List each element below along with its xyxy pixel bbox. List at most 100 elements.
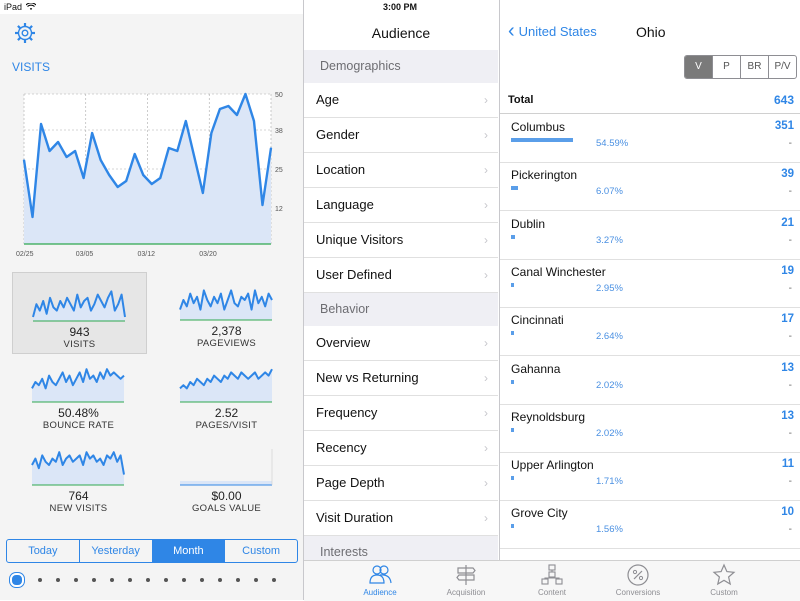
page-dot[interactable]	[92, 578, 96, 582]
range-tab-yesterday[interactable]: Yesterday	[80, 540, 153, 562]
page-dot[interactable]	[236, 578, 240, 582]
data-point	[133, 153, 136, 155]
share-bar	[511, 282, 515, 287]
metric-tab-p[interactable]: P	[713, 56, 741, 78]
metric-label: NEW VISITS	[49, 503, 108, 514]
page-dot[interactable]	[56, 578, 60, 582]
tab-acquisition[interactable]: Acquisition	[426, 563, 506, 597]
menu-item-overview[interactable]: Overview ›	[304, 326, 498, 361]
city-row[interactable]: Dublin 21 3.27% -	[500, 211, 800, 260]
data-point	[202, 192, 204, 194]
page-dot[interactable]	[110, 578, 114, 582]
share-bar	[511, 524, 514, 529]
city-row[interactable]: Gahanna 13 2.02% -	[500, 356, 800, 405]
metric-tile-goals-value[interactable]: $0.00 GOALS VALUE	[160, 437, 293, 517]
data-point	[176, 150, 179, 152]
city-name: Cincinnati	[511, 313, 564, 328]
page-dot[interactable]	[128, 578, 132, 582]
range-tab-month[interactable]: Month	[152, 540, 226, 562]
metric-label: PAGES/VISIT	[195, 420, 258, 431]
page-dot[interactable]	[164, 578, 168, 582]
data-point	[40, 123, 42, 125]
chart-title: VISITS	[12, 60, 51, 74]
page-dot[interactable]	[74, 578, 78, 582]
metric-tile-pageviews[interactable]: 2,378 PAGEVIEWS	[160, 272, 293, 352]
page-indicator[interactable]	[10, 573, 300, 587]
menu-item-recency[interactable]: Recency ›	[304, 431, 498, 466]
page-dot[interactable]	[218, 578, 222, 582]
city-delta: -	[788, 524, 792, 536]
metric-tile-bounce-rate[interactable]: 50.48% BOUNCE RATE	[12, 354, 145, 434]
y-tick-label: 50	[275, 92, 283, 99]
page-dot[interactable]	[272, 578, 276, 582]
chevron-right-icon: ›	[484, 371, 488, 385]
tab-audience[interactable]: Audience	[340, 563, 420, 597]
tab-conversions[interactable]: Conversions	[598, 563, 678, 597]
city-name: Gahanna	[511, 361, 561, 376]
menu-item-language[interactable]: Language ›	[304, 188, 498, 223]
city-name: Pickerington	[511, 168, 578, 183]
menu-item-location[interactable]: Location ›	[304, 153, 498, 188]
menu-item-label: Overview	[316, 335, 371, 350]
tab-label: Audience	[363, 588, 397, 597]
back-label: United States	[518, 23, 597, 39]
menu-item-frequency[interactable]: Frequency ›	[304, 396, 498, 431]
page-dot-current[interactable]	[10, 573, 24, 587]
page-dot[interactable]	[146, 578, 150, 582]
city-row[interactable]: Columbus 351 54.59% -	[500, 114, 800, 163]
city-row[interactable]: Upper Arlington 11 1.71% -	[500, 452, 800, 502]
star-icon	[712, 563, 736, 586]
metric-label: BOUNCE RATE	[42, 420, 115, 431]
menu-item-user-defined[interactable]: User Defined ›	[304, 258, 498, 293]
sparkline	[179, 289, 273, 321]
city-row[interactable]: Grove City 10 1.56% -	[500, 500, 800, 550]
page-dot[interactable]	[200, 578, 204, 582]
range-tab-today[interactable]: Today	[7, 540, 80, 562]
data-point	[125, 180, 128, 182]
page-dot[interactable]	[254, 578, 258, 582]
tab-content[interactable]: Content	[512, 563, 592, 597]
gear-icon[interactable]	[14, 22, 36, 44]
menu-item-new-vs-returning[interactable]: New vs Returning ›	[304, 361, 498, 396]
chevron-right-icon: ›	[484, 336, 488, 350]
chevron-right-icon: ›	[484, 511, 488, 525]
data-point	[185, 120, 187, 122]
city-delta: -	[788, 379, 792, 391]
menu-item-gender[interactable]: Gender ›	[304, 118, 498, 153]
menu-item-page-depth[interactable]: Page Depth ›	[304, 466, 498, 501]
sparkline	[180, 449, 273, 486]
metric-tab-v[interactable]: V	[685, 56, 713, 78]
page-dot[interactable]	[38, 578, 42, 582]
metric-selector: V P BR P/V	[684, 55, 797, 79]
chevron-right-icon: ›	[484, 93, 488, 107]
region-detail: ‹ United States Ohio V P BR P/V Total 643 C…	[500, 14, 800, 600]
menu-item-visit-duration[interactable]: Visit Duration ›	[304, 501, 498, 536]
visits-chart[interactable]: 50 38 25 12 02/25 03/05 03/12 03/20	[0, 82, 303, 264]
data-point	[23, 159, 25, 161]
metric-tile-pages-visit[interactable]: 2.52 PAGES/VISIT	[160, 354, 293, 434]
tab-custom[interactable]: Custom	[684, 563, 764, 597]
city-row[interactable]: Cincinnati 17 2.64% -	[500, 307, 800, 357]
region-title: Ohio	[636, 24, 666, 40]
city-name: Canal Winchester	[511, 264, 606, 279]
metric-tab-br[interactable]: BR	[741, 56, 769, 78]
back-button[interactable]: ‹ United States	[508, 21, 597, 41]
share-bar	[511, 476, 514, 481]
metric-tile-new-visits[interactable]: 764 NEW VISITS	[12, 437, 145, 517]
city-row[interactable]: Canal Winchester 19 2.95% -	[500, 259, 800, 308]
range-tab-custom[interactable]: Custom	[225, 540, 297, 562]
city-count: 13	[781, 361, 794, 374]
menu-item-label: Visit Duration	[316, 510, 394, 525]
sitemap-icon	[541, 564, 563, 585]
chevron-right-icon: ›	[484, 476, 488, 490]
city-percent: 2.64%	[596, 331, 623, 343]
city-row[interactable]: Pickerington 39 6.07% -	[500, 162, 800, 212]
metric-tab-p-v[interactable]: P/V	[769, 56, 796, 78]
menu-item-label: Language	[316, 197, 374, 212]
city-name: Grove City	[511, 506, 568, 521]
menu-item-unique-visitors[interactable]: Unique Visitors ›	[304, 223, 498, 258]
city-row[interactable]: Reynoldsburg 13 2.02% -	[500, 404, 800, 453]
page-dot[interactable]	[182, 578, 186, 582]
metric-tile-visits[interactable]: 943 VISITS	[12, 272, 147, 354]
menu-item-age[interactable]: Age ›	[304, 83, 498, 118]
